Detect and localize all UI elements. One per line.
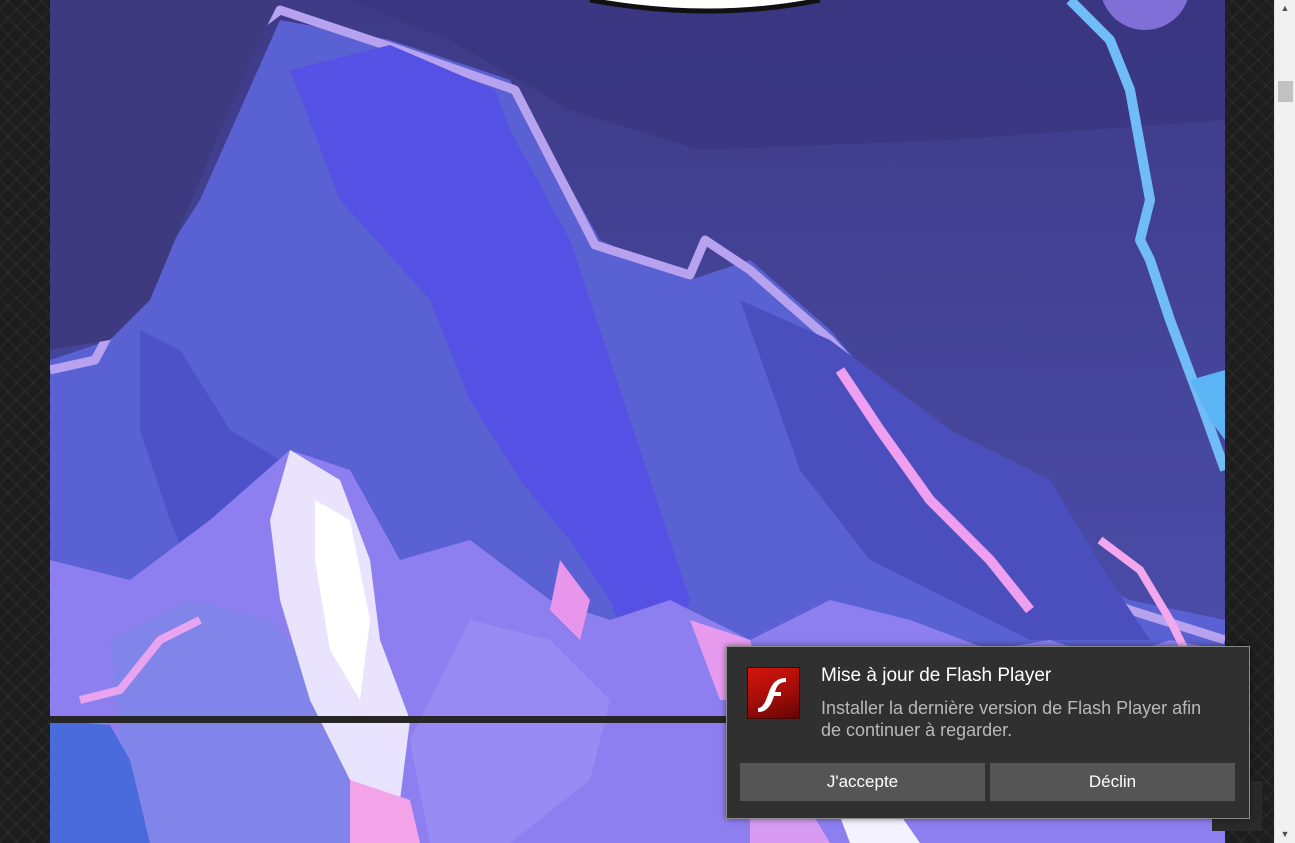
- triangle-up-icon[interactable]: ▲: [1275, 0, 1295, 17]
- popup-message: Installer la dernière version de Flash P…: [821, 698, 1202, 740]
- accept-button[interactable]: J'accepte: [740, 763, 985, 801]
- decline-button[interactable]: Déclin: [990, 763, 1235, 801]
- content-divider: [50, 716, 727, 723]
- page-side-background-left: [0, 0, 50, 843]
- scrollbar-thumb[interactable]: [1278, 81, 1293, 102]
- triangle-down-icon[interactable]: ▼: [1275, 826, 1295, 843]
- flash-update-popup: Mise à jour de Flash Player Installer la…: [726, 646, 1250, 819]
- adobe-flash-player-icon: [747, 667, 800, 719]
- popup-title: Mise à jour de Flash Player: [821, 665, 1052, 686]
- vertical-scrollbar[interactable]: ▲ ▼: [1274, 0, 1295, 843]
